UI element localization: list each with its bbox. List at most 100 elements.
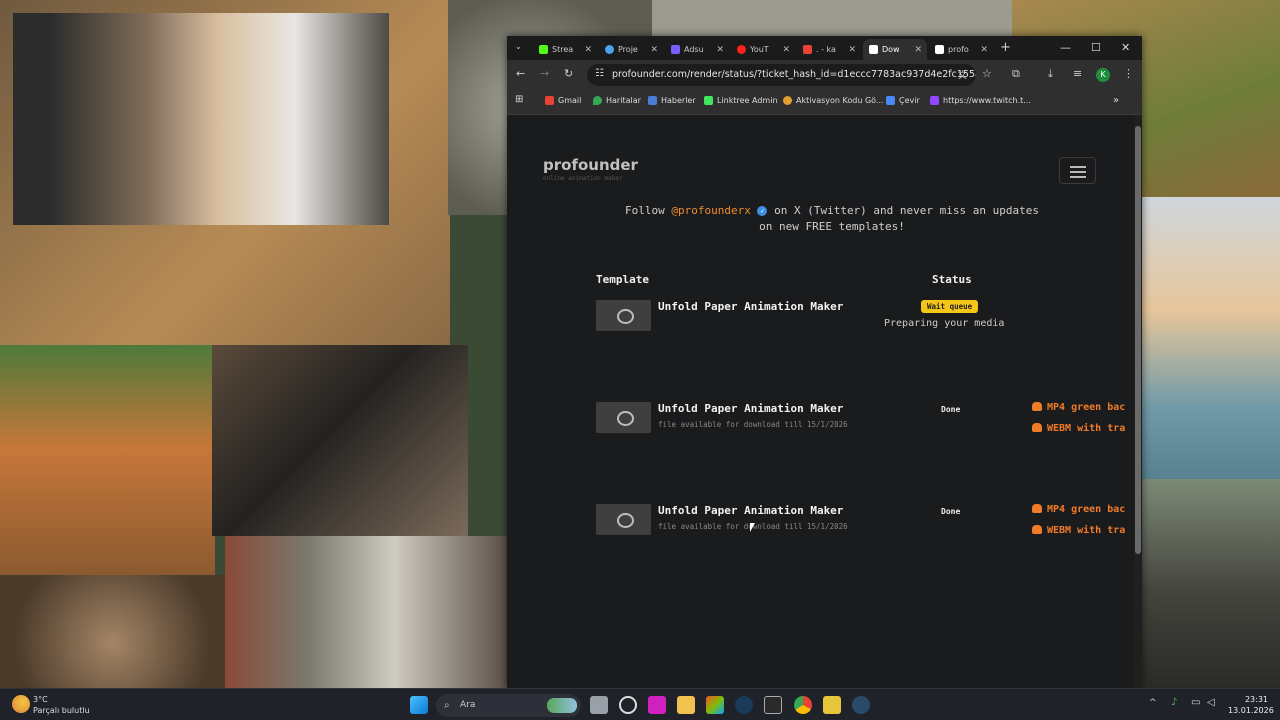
bookmark-twitch[interactable]: https://www.twitch.t... [930,96,1031,105]
tab-adsu[interactable]: Adsu ✕ [665,39,729,60]
search-highlight-icon [547,698,577,713]
more-menu-icon[interactable]: ⋮ [1123,67,1134,80]
close-tab-icon[interactable]: ✕ [716,45,729,55]
more-bookmarks-icon[interactable]: » [1113,95,1119,106]
tab-favicon-icon [605,45,614,54]
tab-download-active[interactable]: Dow ✕ [863,39,927,60]
bookmark-linktree[interactable]: Linktree Admin [704,96,778,105]
close-tab-icon[interactable]: ✕ [782,45,795,55]
twitter-handle-link[interactable]: @profounderx [671,204,750,217]
tab-favicon-icon [737,45,746,54]
bookmark-translate[interactable]: Çevir [886,96,920,105]
taskbar-search[interactable]: ⌕ Ara [436,694,581,717]
profile-avatar[interactable]: K [1096,68,1110,82]
close-window-icon[interactable]: ✕ [1121,41,1130,54]
download-mp4-link[interactable]: MP4 green bac [1032,504,1125,515]
file-explorer-icon[interactable] [677,696,695,714]
status-badge: Wait queue [921,300,979,313]
tab-search-icon[interactable]: ⌄ [515,42,522,51]
site-info-icon[interactable]: ☷ [595,68,604,79]
steam-icon-2[interactable] [852,696,870,714]
twitch-icon [930,96,939,105]
column-header-template: Template [596,273,649,286]
star-icon[interactable]: ☆ [982,67,992,80]
tab-bar: ⌄ Strea ✕ Proje ✕ Adsu ✕ YouT ✕ . - ka ✕ Dow ✕… [507,36,1142,60]
address-toolbar: ← → ↻ profounder.com/render/status/?tick… [507,60,1142,90]
task-view-icon[interactable] [590,696,608,714]
microphone-icon[interactable]: ♪ [1171,697,1177,708]
hamburger-menu-button[interactable] [1059,157,1096,184]
url-bar[interactable]: profounder.com/render/status/?ticket_has… [587,64,976,86]
tab-gmail[interactable]: . - ka ✕ [797,39,861,60]
bookmark-maps[interactable]: Haritalar [593,96,641,105]
windows-taskbar: 3°C Parçalı bulutlu ⌕ Ara ^ ♪ ▭ ◁ 23:31 … [0,688,1280,720]
tab-stream[interactable]: Strea ✕ [533,39,597,60]
maximize-icon[interactable]: ☐ [1091,41,1101,54]
availability-text: file available for download till 15/1/20… [658,420,848,429]
template-name: Unfold Paper Animation Maker [658,402,844,415]
weather-icon[interactable] [12,695,30,713]
apps-icon[interactable]: ⊞ [515,94,523,105]
chrome-icon[interactable] [794,696,812,714]
bookmark-gmail[interactable]: Gmail [545,96,581,105]
app-icon-2[interactable] [648,696,666,714]
verified-icon: ✓ [757,206,768,216]
app-icon-1[interactable] [619,696,637,714]
collage-cat-photo [1142,197,1280,479]
translate-icon[interactable]: 文 [958,68,967,81]
close-tab-icon[interactable]: ✕ [584,45,597,55]
linktree-icon [704,96,713,105]
render-row: Unfold Paper Animation Maker Wait queue … [596,300,1136,380]
bookmark-news[interactable]: Haberler [648,96,696,105]
tray-chevron-icon[interactable]: ^ [1149,698,1157,708]
mouse-cursor-icon [750,523,755,532]
network-icon[interactable]: ▭ [1191,697,1200,708]
template-thumbnail[interactable] [596,300,651,331]
tab-favicon-icon [671,45,680,54]
system-clock[interactable]: 23:31 13.01.2026 [1228,694,1274,716]
epic-games-icon[interactable] [764,696,782,714]
steam-icon[interactable] [735,696,753,714]
tab-profounder[interactable]: profo ✕ [929,39,993,60]
download-webm-link[interactable]: WEBM with tra [1032,525,1125,536]
start-icon[interactable] [410,696,428,714]
close-tab-icon[interactable]: ✕ [980,45,993,55]
close-tab-icon[interactable]: ✕ [914,45,927,55]
page-content: profounder online animation maker Follow… [507,116,1134,688]
maps-icon [593,96,602,105]
download-mp4-link[interactable]: MP4 green bac [1032,402,1125,413]
download-icon[interactable]: ⤓ [1048,67,1053,81]
new-tab-icon[interactable]: + [1000,40,1011,55]
forward-icon[interactable]: → [540,67,549,80]
gmail-icon [545,96,554,105]
site-logo[interactable]: profounder [543,156,638,174]
media-control-icon[interactable]: ≡ [1073,67,1082,80]
scrollbar-thumb[interactable] [1135,126,1141,554]
column-header-status: Status [932,273,972,286]
template-thumbnail[interactable] [596,504,651,535]
render-row: Unfold Paper Animation Maker file availa… [596,504,1136,584]
extensions-icon[interactable]: ⧉ [1012,67,1020,81]
store-icon[interactable] [706,696,724,714]
volume-icon[interactable]: ◁ [1207,697,1215,708]
cloud-download-icon [1032,504,1042,513]
collage-streamer-webcam [13,13,389,225]
tab-youtube[interactable]: YouT ✕ [731,39,795,60]
download-webm-link[interactable]: WEBM with tra [1032,423,1125,434]
minimize-icon[interactable]: — [1060,41,1071,54]
app-icon-3[interactable] [823,696,841,714]
browser-window: ⌄ Strea ✕ Proje ✕ Adsu ✕ YouT ✕ . - ka ✕ Dow ✕… [507,36,1142,688]
bookmark-activation[interactable]: Aktivasyon Kodu Gö... [783,96,884,105]
reload-icon[interactable]: ↻ [564,67,573,80]
activation-icon [783,96,792,105]
back-icon[interactable]: ← [516,67,525,80]
search-icon: ⌕ [444,700,450,711]
close-tab-icon[interactable]: ✕ [650,45,663,55]
page-scrollbar[interactable] [1134,116,1142,688]
status-text: Preparing your media [884,318,1005,329]
template-thumbnail[interactable] [596,402,651,433]
tab-projects[interactable]: Proje ✕ [599,39,663,60]
weather-widget[interactable]: 3°C Parçalı bulutlu [33,694,90,716]
close-tab-icon[interactable]: ✕ [848,45,861,55]
news-icon [648,96,657,105]
